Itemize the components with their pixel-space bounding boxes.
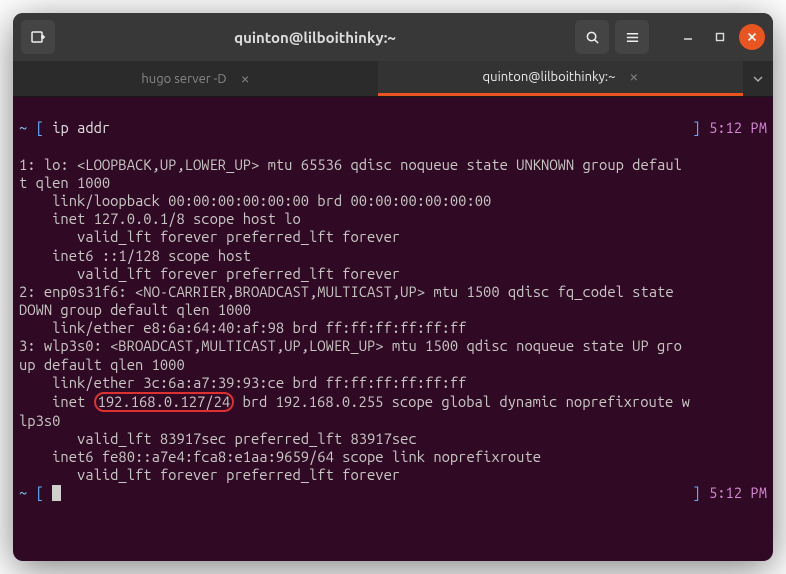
output-line: link/ether e8:6a:64:40:af:98 brd ff:ff:f…: [19, 319, 466, 336]
titlebar: quinton@lilboithinky:~: [13, 13, 773, 61]
tab-label: quinton@lilboithinky:~: [483, 70, 616, 84]
chevron-down-icon: [753, 74, 763, 84]
prompt-cwd: ~: [19, 484, 27, 501]
output-line: link/ether 3c:6a:a7:39:93:ce brd ff:ff:f…: [19, 374, 466, 391]
close-button[interactable]: [739, 24, 765, 50]
output-line: 1: lo: <LOOPBACK,UP,LOWER_UP> mtu 65536 …: [19, 156, 682, 173]
hamburger-icon: [625, 30, 640, 45]
prompt-line-1: ~ [ ip addr] 5:12 PM: [19, 119, 767, 137]
tab-shell[interactable]: quinton@lilboithinky:~ ×: [378, 61, 743, 96]
prompt-time: 5:12 PM: [709, 484, 767, 501]
new-tab-button[interactable]: [21, 20, 55, 54]
maximize-icon: [715, 32, 725, 42]
prompt-cwd: ~: [19, 119, 27, 136]
new-tab-icon: [30, 29, 46, 45]
output-line: valid_lft forever preferred_lft forever: [19, 466, 400, 483]
tab-close-icon[interactable]: ×: [629, 68, 638, 86]
tab-close-icon[interactable]: ×: [241, 70, 250, 88]
search-icon: [585, 30, 600, 45]
output-line: valid_lft forever preferred_lft forever: [19, 228, 400, 245]
output-line: 3: wlp3s0: <BROADCAST,MULTICAST,UP,LOWER…: [19, 337, 682, 354]
output-line: valid_lft 83917sec preferred_lft 83917se…: [19, 430, 417, 447]
output-line: inet 127.0.0.1/8 scope host lo: [19, 210, 301, 227]
output-line: DOWN group default qlen 1000: [19, 301, 251, 318]
output-line: valid_lft forever preferred_lft forever: [19, 265, 400, 282]
highlighted-ip: 192.168.0.127/24: [94, 392, 235, 412]
tab-label: hugo server -D: [141, 72, 226, 86]
prompt-close-bracket: ]: [692, 119, 700, 136]
command-text: ip addr: [52, 119, 110, 136]
minimize-icon: [683, 32, 693, 42]
terminal-window: quinton@lilboithinky:~ hugo server -D ×: [13, 13, 773, 561]
output-line: lp3s0: [19, 412, 60, 429]
tab-dropdown-button[interactable]: [743, 61, 773, 96]
output-line: inet 192.168.0.127/24 brd 192.168.0.255 …: [19, 393, 690, 410]
output-line: link/loopback 00:00:00:00:00:00 brd 00:0…: [19, 192, 491, 209]
menu-button[interactable]: [615, 20, 649, 54]
output-line: up default qlen 1000: [19, 356, 185, 373]
terminal-body[interactable]: ~ [ ip addr] 5:12 PM 1: lo: <LOOPBACK,UP…: [13, 97, 773, 561]
output-line: 2: enp0s31f6: <NO-CARRIER,BROADCAST,MULT…: [19, 283, 682, 300]
tab-bar: hugo server -D × quinton@lilboithinky:~ …: [13, 61, 773, 97]
prompt-open-bracket: [: [36, 484, 44, 501]
search-button[interactable]: [575, 20, 609, 54]
prompt-line-2: ~ [ ] 5:12 PM: [19, 484, 767, 502]
window-title: quinton@lilboithinky:~: [63, 29, 567, 46]
prompt-close-bracket: ]: [692, 484, 700, 501]
close-icon: [747, 32, 757, 42]
output-line: t qlen 1000: [19, 174, 110, 191]
cursor: [52, 485, 61, 501]
output-line: inet6 fe80::a7e4:fca8:e1aa:9659/64 scope…: [19, 448, 541, 465]
prompt-time: 5:12 PM: [709, 119, 767, 136]
tab-hugo[interactable]: hugo server -D ×: [13, 61, 378, 96]
prompt-open-bracket: [: [36, 119, 44, 136]
maximize-button[interactable]: [707, 24, 733, 50]
minimize-button[interactable]: [675, 24, 701, 50]
output-line: inet6 ::1/128 scope host: [19, 247, 251, 264]
